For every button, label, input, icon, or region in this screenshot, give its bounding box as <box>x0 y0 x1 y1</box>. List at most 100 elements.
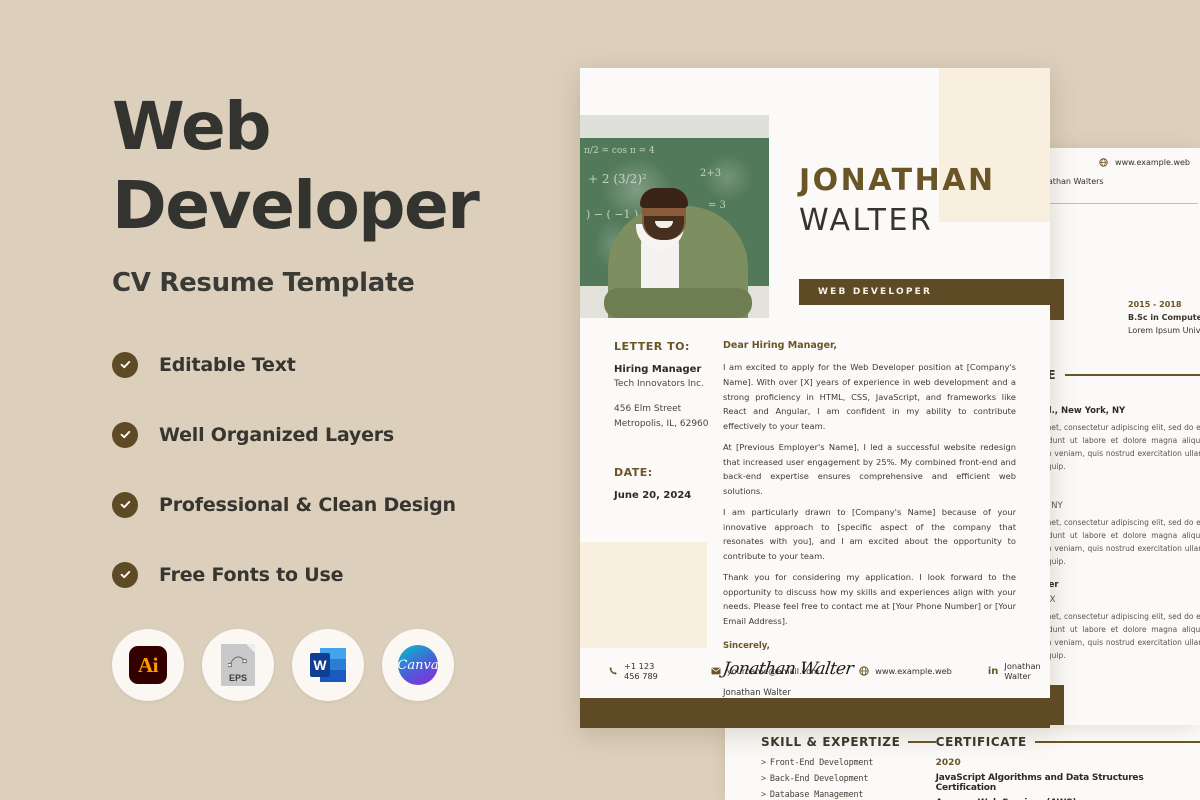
file-format-badges: Ai EPS W Canva <box>112 629 454 701</box>
linkedin-text: Jonathan Walter <box>1004 661 1041 681</box>
microsoft-word-icon: W <box>308 644 348 686</box>
microsoft-word-badge: W <box>292 629 364 701</box>
feature-label: Editable Text <box>159 353 296 376</box>
globe-icon <box>1099 158 1108 167</box>
signature-name: Jonathan Walter <box>723 688 791 699</box>
canva-badge: Canva <box>382 629 454 701</box>
experience-location: tin, TX <box>1050 595 1056 605</box>
contact-item-email[interactable]: yourname@email.com <box>711 666 819 676</box>
feature-label: Free Fonts to Use <box>159 563 344 586</box>
poster-canvas: Web Developer CV Resume Template Editabl… <box>0 0 1200 800</box>
certificate-name: JavaScript Algorithms and Data Structure… <box>935 773 1144 793</box>
letter-paragraph: Thank you for considering my application… <box>723 571 1016 627</box>
skills-heading: SKILL & EXPERTIZE <box>761 735 936 749</box>
photo-arms <box>604 288 752 318</box>
canva-icon: Canva <box>397 645 439 685</box>
contact-item-phone[interactable]: +1 123 456 789 <box>608 661 671 681</box>
check-circle-icon <box>112 421 138 448</box>
closing: Sincerely, <box>723 641 770 652</box>
experience-body: sit amet, consectetur adipiscing elit, s… <box>1050 612 1200 661</box>
email-text: yourname@email.com <box>726 666 820 676</box>
experience-company: oper <box>1050 486 1200 496</box>
email-icon <box>711 666 721 676</box>
certificate-section: CERTIFICATE 2020 JavaScript Algorithms a… <box>936 735 1200 800</box>
check-circle-icon <box>112 561 138 588</box>
last-name: WALTER <box>799 203 934 238</box>
chevron-right-icon: > <box>761 758 766 768</box>
check-circle-icon <box>112 351 138 378</box>
experience-body: sit amet, consectetur adipiscing elit, s… <box>1050 517 1200 566</box>
resume-right-preview[interactable]: www.example.web ll.com in Jonathan Walte… <box>1050 148 1200 725</box>
contact-item[interactable]: www.example.web <box>1050 158 1198 167</box>
promo-subtitle: CV Resume Template <box>112 267 415 298</box>
list-item: > Back-End Development <box>761 774 936 784</box>
accent-block <box>1050 279 1064 320</box>
skills-section: SKILL & EXPERTIZE > Front-End Development… <box>761 735 936 800</box>
profile-photo: π/2 = cos π = 4 + 2 (3/2)² 2+3 ) − ( −1 … <box>580 115 769 318</box>
divider <box>908 741 936 743</box>
certificate-year: 2020 <box>935 758 961 768</box>
recipient-city: Metropolis, IL, 62960 <box>614 419 709 430</box>
experience-company: s Ltd., New York, NY <box>1050 406 1126 416</box>
list-item: > Front-End Development <box>761 758 936 768</box>
letter-paragraph: I am excited to apply for the Web Develo… <box>723 362 1016 432</box>
title-line-1: Web <box>112 88 271 165</box>
experience-list: s Ltd., New York, NY sit amet, consectet… <box>1050 406 1200 675</box>
contact-item[interactable]: ll.com in Jonathan Walters <box>1050 176 1198 186</box>
website-text: www.example.web <box>875 666 952 676</box>
skill-label: Database Management <box>769 790 864 800</box>
linkedin-text: Jonathan Walters <box>1050 176 1104 186</box>
feature-label: Professional & Clean Design <box>159 493 456 516</box>
skill-label: Back-End Development <box>769 774 869 784</box>
contact-item-website[interactable]: www.example.web <box>859 666 952 676</box>
date-value: June 20, 2024 <box>614 490 692 502</box>
list-item: Professional & Clean Design <box>112 482 582 528</box>
adobe-illustrator-badge: Ai <box>112 629 184 701</box>
divider <box>1065 374 1200 376</box>
resume-bottom-preview[interactable]: SKILL & EXPERTIZE > Front-End Development… <box>725 725 1200 800</box>
beige-accent-block <box>580 542 707 648</box>
svg-text:W: W <box>313 657 327 673</box>
experience-location: York, NY <box>1050 500 1063 511</box>
candidate-name: JONATHAN WALTER <box>799 166 1049 236</box>
education-entry: 2015 - 2018 B.Sc in Computer Science Lor… <box>1128 300 1200 339</box>
page-title: Web Developer <box>112 94 582 240</box>
education-degree: B.Sc in Computer Science <box>1128 313 1200 322</box>
skill-label: Front-End Development <box>769 758 874 768</box>
footer-accent-bar <box>580 698 1050 728</box>
list-item: Well Organized Layers <box>112 412 582 458</box>
experience-body: sit amet, consectetur adipiscing elit, s… <box>1050 423 1200 472</box>
list-item: > Database Management <box>761 790 936 800</box>
recipient-company: Tech Innovators Inc. <box>614 379 704 389</box>
skills-list: > Front-End Development > Back-End Develop… <box>761 758 936 800</box>
first-name: JONATHAN <box>799 163 996 198</box>
eps-label: EPS <box>228 673 247 683</box>
recipient-name: Hiring Manager <box>614 364 702 375</box>
letter-to-heading: LETTER TO: <box>614 340 690 353</box>
letter-paragraph: I am particularly drawn to [Company's Na… <box>723 506 1016 562</box>
cover-letter-card[interactable]: π/2 = cos π = 4 + 2 (3/2)² 2+3 ) − ( −1 … <box>580 68 1050 728</box>
letter-meta-column: LETTER TO: Hiring Manager Tech Innovator… <box>614 340 724 504</box>
chevron-right-icon: > <box>761 790 766 800</box>
letter-paragraph: At [Previous Employer's Name], I led a s… <box>723 441 1016 497</box>
globe-icon <box>859 666 869 676</box>
certificate-title: CERTIFICATE <box>935 735 1027 749</box>
divider <box>1034 741 1200 743</box>
list-item: Editable Text <box>112 342 582 388</box>
experience-title: CE <box>1050 368 1057 382</box>
feature-label: Well Organized Layers <box>159 423 395 446</box>
linkedin-icon: in <box>987 665 999 677</box>
skills-title: SKILL & EXPERTIZE <box>761 735 901 749</box>
list-item: Free Fonts to Use <box>112 552 582 598</box>
eps-badge: EPS <box>202 629 274 701</box>
recipient-street: 456 Elm Street <box>614 404 682 415</box>
contact-item-linkedin[interactable]: in Jonathan Walter <box>988 661 1050 681</box>
eps-file-icon: EPS <box>221 644 255 686</box>
experience-heading: CE <box>1050 368 1200 382</box>
adobe-illustrator-icon: Ai <box>129 646 167 684</box>
role-badge: WEB DEVELOPER <box>799 279 1050 305</box>
contact-strip: www.example.web ll.com in Jonathan Walte… <box>1050 158 1198 204</box>
experience-company: eloper <box>1050 580 1059 590</box>
role-label: WEB DEVELOPER <box>818 287 933 297</box>
phone-text: +1 123 456 789 <box>624 661 658 681</box>
